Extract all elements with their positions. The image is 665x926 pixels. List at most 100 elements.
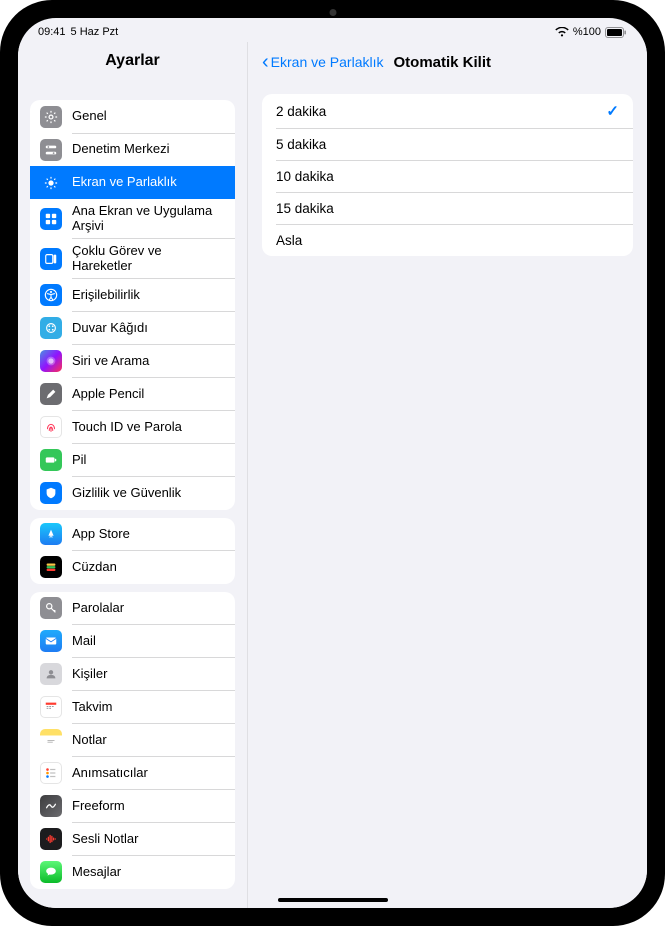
gear-icon [40, 106, 62, 128]
sidebar-section: Genel Denetim Merkezi Ekran ve Parlaklık An… [30, 100, 235, 510]
sidebar[interactable]: Ayarlar Genel Denetim Merkezi Ekran ve Par… [18, 42, 248, 908]
switches-icon [40, 139, 62, 161]
battery-text: %100 [573, 26, 601, 38]
sidebar-item-siri-ve-arama[interactable]: Siri ve Arama [30, 345, 235, 378]
sidebar-item-ana-ekran-ve-uygulama-ar-ivi[interactable]: Ana Ekran ve Uygulama Arşivi [30, 199, 235, 239]
sidebar-item-genel[interactable]: Genel [30, 100, 235, 133]
sidebar-item-label: Mesajlar [72, 865, 121, 880]
reminders-icon [40, 762, 62, 784]
sidebar-item-label: Notlar [72, 733, 107, 748]
sidebar-item-label: Sesli Notlar [72, 832, 138, 847]
calendar-icon [40, 696, 62, 718]
sidebar-item-label: Freeform [72, 799, 125, 814]
sidebar-item-touch-id-ve-parola[interactable]: Touch ID ve Parola [30, 411, 235, 444]
sidebar-item-c-zdan[interactable]: Cüzdan [30, 551, 235, 584]
sidebar-item-label: Takvim [72, 700, 112, 715]
detail-pane: ‹ Ekran ve Parlaklık Otomatik Kilit 2 da… [248, 42, 647, 908]
option-row[interactable]: 15 dakika [262, 192, 633, 224]
grid-icon [40, 208, 62, 230]
sidebar-item-mail[interactable]: Mail [30, 625, 235, 658]
sidebar-item-denetim-merkezi[interactable]: Denetim Merkezi [30, 133, 235, 166]
option-row[interactable]: 2 dakika ✓ [262, 94, 633, 128]
sidebar-item-label: Parolalar [72, 601, 124, 616]
screen: 09:41 5 Haz Pzt %100 Ayarlar Genel Deneti… [18, 18, 647, 908]
sidebar-item-app-store[interactable]: App Store [30, 518, 235, 551]
notes-icon [40, 729, 62, 751]
sidebar-item-duvar-k-d[interactable]: Duvar Kâğıdı [30, 312, 235, 345]
wallpaper-icon [40, 317, 62, 339]
checkmark-icon: ✓ [606, 102, 619, 120]
detail-title: Otomatik Kilit [394, 54, 492, 71]
back-button[interactable]: ‹ Ekran ve Parlaklık [262, 52, 384, 72]
contacts-icon [40, 663, 62, 685]
mail-icon [40, 630, 62, 652]
messages-icon [40, 861, 62, 883]
sidebar-item-takvim[interactable]: Takvim [30, 691, 235, 724]
status-date: 5 Haz Pzt [71, 26, 119, 38]
sidebar-item-ekran-ve-parlakl-k[interactable]: Ekran ve Parlaklık [30, 166, 235, 199]
status-bar: 09:41 5 Haz Pzt %100 [18, 18, 647, 42]
option-row[interactable]: 10 dakika [262, 160, 633, 192]
multitask-icon [40, 248, 62, 270]
sidebar-item-label: Kişiler [72, 667, 107, 682]
accessibility-icon [40, 284, 62, 306]
sidebar-item-label: Denetim Merkezi [72, 142, 170, 157]
sidebar-item-mesajlar[interactable]: Mesajlar [30, 856, 235, 889]
option-label: 5 dakika [276, 137, 326, 152]
sidebar-item-ki-iler[interactable]: Kişiler [30, 658, 235, 691]
chevron-left-icon: ‹ [262, 52, 269, 72]
detail-header: ‹ Ekran ve Parlaklık Otomatik Kilit [248, 42, 647, 82]
pencil-icon [40, 383, 62, 405]
privacy-icon [40, 482, 62, 504]
sidebar-item-label: Siri ve Arama [72, 354, 149, 369]
sidebar-item-label: Touch ID ve Parola [72, 420, 182, 435]
status-right: %100 [555, 26, 627, 38]
sidebar-item-parolalar[interactable]: Parolalar [30, 592, 235, 625]
fingerprint-icon [40, 416, 62, 438]
sidebar-item-eri-ilebilirlik[interactable]: Erişilebilirlik [30, 279, 235, 312]
sidebar-item-gizlilik-ve-g-venlik[interactable]: Gizlilik ve Güvenlik [30, 477, 235, 510]
camera-dot [329, 9, 336, 16]
appstore-icon [40, 523, 62, 545]
sidebar-section: App Store Cüzdan [30, 518, 235, 584]
sidebar-item-freeform[interactable]: Freeform [30, 790, 235, 823]
sidebar-item-label: Pil [72, 453, 86, 468]
sidebar-item-label: Ekran ve Parlaklık [72, 175, 177, 190]
status-time: 09:41 [38, 26, 66, 38]
sidebar-item-label: Gizlilik ve Güvenlik [72, 486, 181, 501]
sidebar-item-label: App Store [72, 527, 130, 542]
sidebar-item-label: Anımsatıcılar [72, 766, 148, 781]
sidebar-item-sesli-notlar[interactable]: Sesli Notlar [30, 823, 235, 856]
sidebar-item-label: Cüzdan [72, 560, 117, 575]
wallet-icon [40, 556, 62, 578]
sidebar-section: Parolalar Mail Kişiler Takvim Notlar Anımsatı… [30, 592, 235, 889]
sidebar-title: Ayarlar [18, 42, 247, 78]
sidebar-item-oklu-g-rev-ve-hareketler[interactable]: Çoklu Görev ve Hareketler [30, 239, 235, 279]
sidebar-item-label: Ana Ekran ve Uygulama Arşivi [72, 204, 225, 234]
option-row[interactable]: Asla [262, 224, 633, 256]
option-label: 2 dakika [276, 104, 326, 119]
device-frame: 09:41 5 Haz Pzt %100 Ayarlar Genel Deneti… [0, 0, 665, 926]
option-label: Asla [276, 233, 302, 248]
battery-icon [40, 449, 62, 471]
sidebar-item-label: Erişilebilirlik [72, 288, 140, 303]
sidebar-item-label: Duvar Kâğıdı [72, 321, 148, 336]
sidebar-item-apple-pencil[interactable]: Apple Pencil [30, 378, 235, 411]
content-area: Ayarlar Genel Denetim Merkezi Ekran ve Par… [18, 42, 647, 908]
sidebar-item-an-msat-c-lar[interactable]: Anımsatıcılar [30, 757, 235, 790]
wifi-icon [555, 27, 569, 37]
siri-icon [40, 350, 62, 372]
status-left: 09:41 5 Haz Pzt [38, 26, 118, 38]
option-row[interactable]: 5 dakika [262, 128, 633, 160]
option-label: 15 dakika [276, 201, 334, 216]
back-label: Ekran ve Parlaklık [271, 54, 384, 70]
home-indicator[interactable] [278, 898, 388, 902]
sidebar-item-label: Genel [72, 109, 107, 124]
sidebar-item-label: Çoklu Görev ve Hareketler [72, 244, 225, 274]
sidebar-item-notlar[interactable]: Notlar [30, 724, 235, 757]
sidebar-item-label: Mail [72, 634, 96, 649]
key-icon [40, 597, 62, 619]
sidebar-item-pil[interactable]: Pil [30, 444, 235, 477]
battery-icon [605, 27, 627, 38]
freeform-icon [40, 795, 62, 817]
